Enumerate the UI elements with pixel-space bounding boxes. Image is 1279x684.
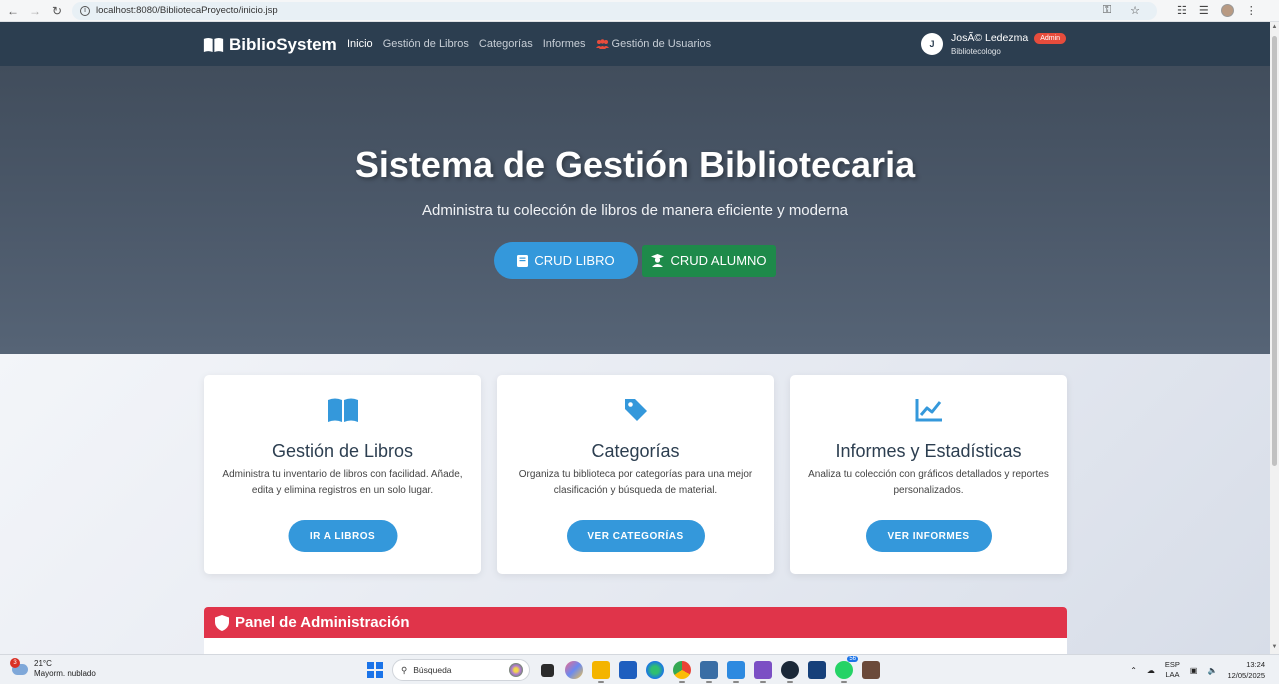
scroll-up-icon[interactable]: ▲ [1270, 24, 1279, 32]
crud-alumno-label: CRUD ALUMNO [670, 253, 767, 268]
crud-libro-button[interactable]: CRUD LIBRO [494, 242, 638, 279]
main-content: Gestión de Libros Administra tu inventar… [0, 354, 1270, 654]
windows-taskbar: 3 21°C Mayorm. nublado ⚲ Búsqueda 56 ⌃ ☁ [0, 654, 1279, 684]
brand-name: BiblioSystem [229, 35, 337, 54]
edge-icon[interactable] [646, 661, 664, 679]
whatsapp-icon[interactable]: 56 [835, 656, 858, 683]
nav-links: Inicio Gestión de Libros Categorías Info… [347, 38, 711, 50]
nav-inicio[interactable]: Inicio [347, 38, 373, 50]
whatsapp-badge: 56 [847, 656, 858, 662]
volume-icon[interactable]: 🔈 [1207, 666, 1217, 675]
nav-categorias[interactable]: Categorías [479, 38, 533, 50]
search-icon: ⚲ [401, 664, 408, 675]
card-informes: Informes y Estadísticas Analiza tu colec… [790, 375, 1067, 574]
scroll-down-icon[interactable]: ▼ [1270, 644, 1279, 652]
card-description: Analiza tu colección con gráficos detall… [808, 469, 1049, 496]
book-open-icon [203, 38, 224, 52]
card-description: Administra tu inventario de libros con f… [222, 469, 463, 496]
ver-categorias-button[interactable]: VER CATEGORÍAS [566, 520, 705, 552]
display-icon[interactable]: ▣ [1190, 666, 1198, 675]
admin-panel: Panel de Administración [204, 607, 1067, 654]
back-icon[interactable]: ← [4, 2, 22, 20]
address-bar[interactable]: i localhost:8080/BibliotecaProyecto/inic… [72, 1, 1157, 20]
avatar[interactable]: J [921, 33, 943, 55]
taskbar-search[interactable]: ⚲ Búsqueda [392, 659, 530, 681]
bookmark-star-icon[interactable]: ☆ [1129, 4, 1141, 17]
search-highlight-icon [509, 663, 523, 677]
site-info-icon[interactable]: i [80, 5, 90, 16]
nav-gestion-libros[interactable]: Gestión de Libros [383, 38, 469, 50]
forward-icon[interactable]: → [26, 2, 44, 20]
ver-informes-button[interactable]: VER INFORMES [865, 520, 992, 552]
user-menu[interactable]: J JosÃ© Ledezma Admin Bibliotecologo [921, 32, 1067, 56]
password-key-icon[interactable]: ⚿ [1101, 4, 1113, 17]
app-icon[interactable] [862, 661, 880, 679]
card-title: Categorías [591, 441, 680, 461]
shield-icon [215, 614, 229, 631]
crud-alumno-button[interactable]: CRUD ALUMNO [642, 244, 776, 277]
user-name: JosÃ© Ledezma [951, 32, 1029, 44]
page-scrollbar[interactable]: ▲ ▼ [1270, 22, 1279, 654]
visual-studio-icon[interactable] [754, 661, 772, 683]
card-title: Informes y Estadísticas [835, 441, 1022, 461]
language-code: ESP [1164, 660, 1180, 669]
clock[interactable]: 13:24 12/05/2025 [1227, 659, 1265, 681]
notification-badge: 3 [10, 657, 20, 668]
vscode-icon[interactable] [727, 661, 745, 683]
top-navbar: BiblioSystem Inicio Gestión de Libros Ca… [0, 22, 1270, 66]
weather-widget[interactable]: 3 21°C Mayorm. nublado [10, 657, 96, 679]
weather-description: Mayorm. nublado [34, 669, 96, 678]
time: 13:24 [1246, 660, 1265, 669]
nav-informes[interactable]: Informes [543, 38, 586, 50]
task-view-icon[interactable] [541, 663, 554, 677]
card-description: Organiza tu biblioteca por categorías pa… [518, 469, 753, 496]
temperature: 21°C [34, 659, 52, 668]
extensions-icon[interactable]: ☷ [1177, 4, 1187, 17]
reading-list-icon[interactable]: ☰ [1199, 4, 1209, 17]
ir-a-libros-button[interactable]: IR A LIBROS [288, 520, 397, 552]
user-graduate-icon [651, 254, 665, 267]
sql-server-icon[interactable] [808, 661, 826, 679]
chart-line-icon [915, 399, 942, 422]
url-text: localhost:8080/BibliotecaProyecto/inicio… [96, 5, 278, 16]
date: 12/05/2025 [1227, 671, 1265, 680]
reload-icon[interactable]: ↻ [48, 2, 66, 20]
onedrive-icon[interactable]: ☁ [1147, 666, 1155, 675]
brand-logo[interactable]: BiblioSystem [203, 35, 337, 55]
search-placeholder: Búsqueda [413, 665, 452, 675]
profile-avatar[interactable] [1220, 4, 1234, 17]
hero-title: Sistema de Gestión Bibliotecaria [354, 144, 916, 185]
language-indicator[interactable]: ESP LAA [1165, 660, 1180, 680]
role-badge: Admin [1034, 32, 1067, 44]
book-open-icon [327, 398, 358, 422]
card-gestion-libros: Gestión de Libros Administra tu inventar… [204, 375, 481, 574]
crud-libro-label: CRUD LIBRO [534, 253, 615, 268]
copilot-icon[interactable] [565, 661, 583, 679]
admin-panel-title: Panel de Administración [235, 614, 410, 631]
file-explorer-icon[interactable] [592, 661, 610, 683]
menu-icon[interactable]: ⋮ [1246, 4, 1257, 17]
nav-gestion-usuarios[interactable]: Gestión de Usuarios [595, 38, 712, 50]
tag-icon [624, 399, 647, 421]
store-icon[interactable] [619, 661, 637, 679]
scrollbar-thumb[interactable] [1272, 36, 1277, 466]
card-categorias: Categorías Organiza tu biblioteca por ca… [497, 375, 774, 574]
keyboard-layout: LAA [1165, 670, 1180, 679]
user-role: Bibliotecologo [951, 47, 1001, 56]
hero-section: Sistema de Gestión Bibliotecaria Adminis… [0, 66, 1270, 354]
users-icon [595, 39, 609, 49]
chrome-icon[interactable] [673, 661, 691, 683]
browser-toolbar: ← → ↻ i localhost:8080/BibliotecaProyect… [0, 0, 1279, 22]
netbeans-icon[interactable] [700, 661, 718, 683]
steam-icon[interactable] [781, 661, 799, 683]
chevron-up-icon[interactable]: ⌃ [1130, 666, 1137, 675]
cloud-icon: 3 [10, 657, 28, 675]
hero-subtitle: Administra tu colección de libros de man… [421, 202, 849, 219]
system-tray: ⌃ ☁ ESP LAA ▣ 🔈 13:24 12/05/2025 [1130, 659, 1265, 681]
book-icon [517, 254, 529, 267]
card-title: Gestión de Libros [271, 441, 414, 461]
windows-start-icon[interactable] [367, 662, 383, 678]
nav-gestion-usuarios-label: Gestión de Usuarios [611, 38, 712, 50]
